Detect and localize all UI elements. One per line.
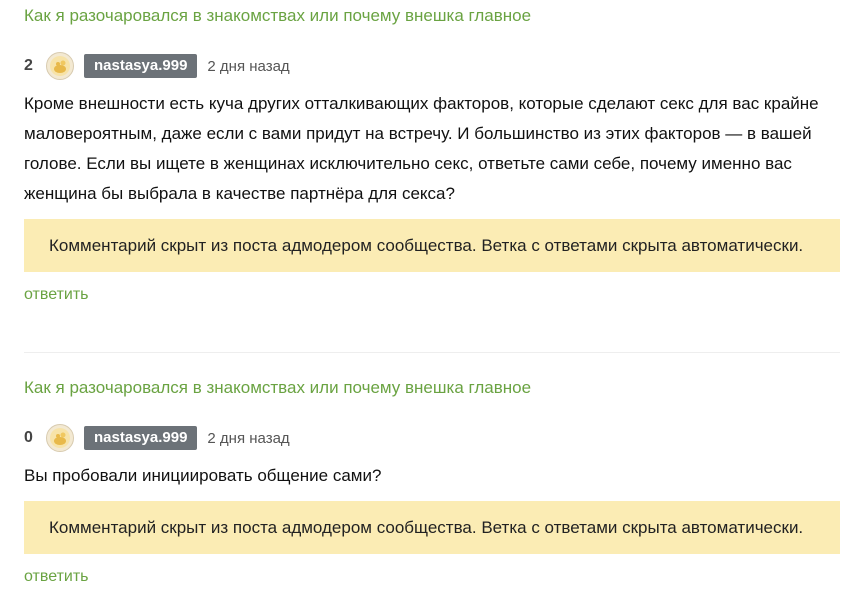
comment-timestamp[interactable]: 2 дня назад bbox=[207, 58, 289, 75]
reply-link[interactable]: ответить bbox=[24, 286, 840, 304]
comment-timestamp[interactable]: 2 дня назад bbox=[207, 430, 289, 447]
comment-rating: 2 bbox=[24, 57, 33, 74]
post-title-link[interactable]: Как я разочаровался в знакомствах или по… bbox=[24, 377, 840, 399]
reply-link[interactable]: ответить bbox=[24, 568, 840, 586]
divider bbox=[24, 352, 840, 353]
comment-text: Вы пробовали инициировать общение сами? bbox=[24, 466, 382, 485]
comment: Как я разочаровался в знакомствах или по… bbox=[24, 372, 840, 586]
comment-meta: 0 nastasya.999 2 дня назад bbox=[24, 423, 840, 453]
username-badge[interactable]: nastasya.999 bbox=[84, 426, 198, 450]
hidden-comment-notice: Комментарий скрыт из поста адмодером соо… bbox=[24, 219, 840, 272]
avatar-icon[interactable] bbox=[46, 52, 74, 80]
post-title-link[interactable]: Как я разочаровался в знакомствах или по… bbox=[24, 5, 840, 27]
comment-rating: 0 bbox=[24, 429, 33, 446]
comments-page: Как я разочаровался в знакомствах или по… bbox=[0, 0, 860, 609]
hidden-comment-notice: Комментарий скрыт из поста адмодером соо… bbox=[24, 501, 840, 554]
username-badge[interactable]: nastasya.999 bbox=[84, 54, 198, 78]
comment-text: Кроме внешности есть куча других отталки… bbox=[24, 94, 819, 203]
comment: Как я разочаровался в знакомствах или по… bbox=[24, 0, 840, 304]
comment-meta: 2 nastasya.999 2 дня назад bbox=[24, 51, 840, 81]
avatar-icon[interactable] bbox=[46, 424, 74, 452]
